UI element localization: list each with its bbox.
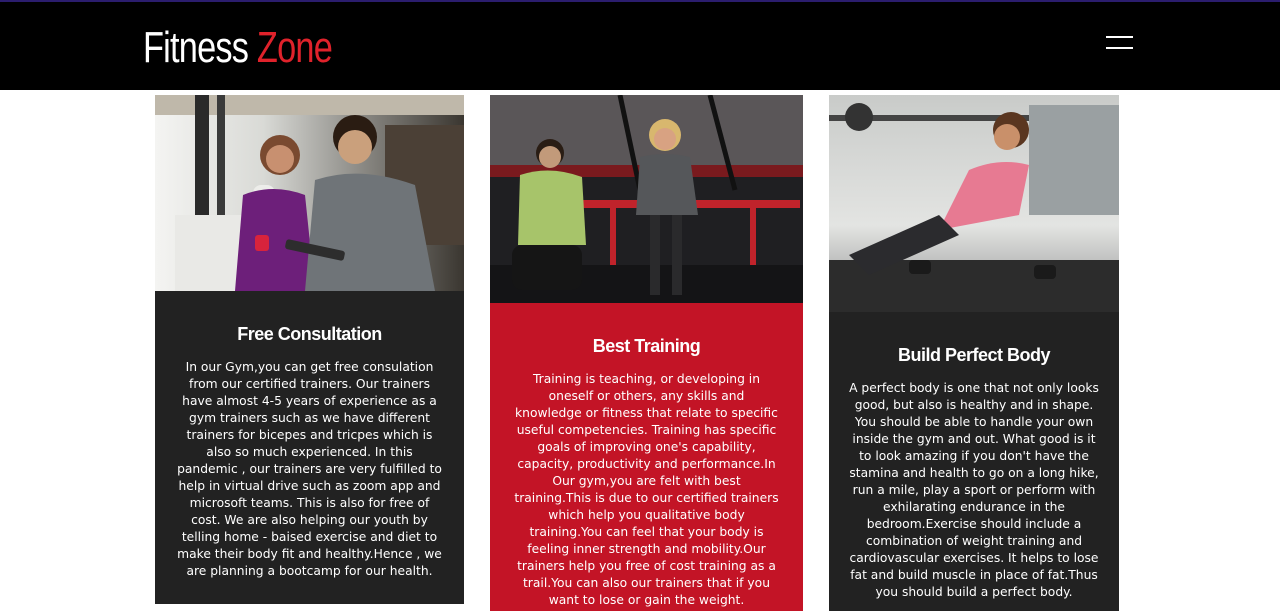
menu-bar-bottom [1106,47,1133,49]
card-title: Build Perfect Body [897,345,1051,365]
trainer-consultation-photo [155,95,464,291]
pushup-woman-photo [829,95,1119,312]
card-panel: Free Consultation In our Gym,you can get… [155,291,464,604]
card-text: In our Gym,you can get free consulation … [177,360,442,578]
card-title: Best Training [592,336,701,356]
brand-logo[interactable]: Fitness Zone [143,23,333,72]
card-panel: Best Training Training is teaching, or d… [490,303,803,611]
navbar: Fitness Zone [0,2,1280,90]
hamburger-menu-icon[interactable] [1106,36,1133,52]
card-build-perfect-body: Build Perfect Body A perfect body is one… [829,95,1119,611]
brand-accent: Zone [256,23,333,72]
menu-bar-top [1106,36,1133,38]
card-title: Free Consultation [237,324,382,344]
card-text: A perfect body is one that not only look… [849,381,1099,599]
card-free-consultation: Free Consultation In our Gym,you can get… [155,95,464,604]
suspension-training-photo [490,95,803,303]
brand-name: Fitness [143,23,257,72]
card-text: Training is teaching, or developing in o… [514,372,779,607]
card-best-training: Best Training Training is teaching, or d… [490,95,803,611]
card-panel: Build Perfect Body A perfect body is one… [829,312,1119,611]
